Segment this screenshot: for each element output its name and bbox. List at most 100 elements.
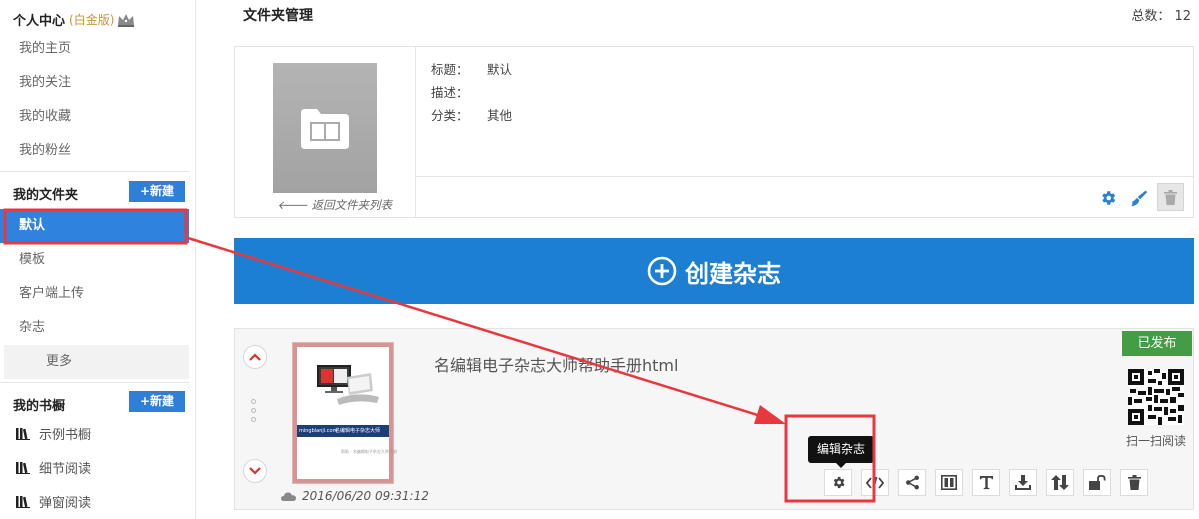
sidebar: 个人中心 (白金版) 我的主页 我的关注 我的收藏 我的粉丝 我的文件夹 +新建… [0, 0, 196, 519]
cover-band-left: mingbianji.com [299, 428, 338, 434]
create-magazine-button[interactable]: 创建杂志 [234, 238, 1194, 304]
sidebar-item-fans[interactable]: 我的粉丝 [0, 134, 189, 168]
scan-to-read-label: 扫一扫阅读 [1126, 434, 1187, 448]
magazine-date-value: 2016/06/20 09:31:12 [302, 489, 429, 503]
main-content: 文件夹管理 总数： 12 🡐 返回文件夹列表 标题： 默认 描述： 分类： 其他 [196, 0, 1199, 519]
drag-handle[interactable] [251, 399, 256, 426]
bookshelf-icon [16, 496, 30, 508]
move-down-button[interactable] [243, 459, 267, 483]
download-button[interactable] [1009, 469, 1037, 496]
published-badge: 已发布 [1122, 331, 1192, 356]
divider [416, 176, 1193, 177]
sidebar-item-label: 示例书橱 [39, 428, 92, 443]
crown-icon [118, 13, 135, 27]
sidebar-item-client-upload-folder[interactable]: 客户端上传 [0, 277, 189, 311]
cloud-icon [281, 492, 296, 501]
sort-arrows-icon [1051, 475, 1069, 490]
folder-title-row: 标题： 默认 [431, 59, 512, 78]
cover-subtitle: 帮助 · 名编辑电子杂志大师手册 [341, 449, 397, 454]
bookshelf-icon [16, 462, 30, 474]
divider [415, 47, 416, 217]
qr-code[interactable] [1128, 369, 1184, 425]
download-icon [1015, 475, 1031, 490]
sidebar-item-detail-reading[interactable]: 细节阅读 [0, 453, 189, 487]
back-to-folder-list-link[interactable]: 🡐 返回文件夹列表 [277, 197, 392, 213]
sidebar-item-label: 默认 [19, 218, 46, 233]
new-folder-button[interactable]: +新建 [129, 181, 185, 202]
chevron-down-icon [249, 467, 261, 475]
sidebar-item-label: 我的粉丝 [19, 143, 72, 158]
divider [0, 382, 189, 383]
move-up-button[interactable] [243, 345, 267, 369]
brush-icon [1130, 190, 1147, 206]
bookshelf-icon [16, 428, 30, 440]
my-bookshelf-label: 我的书橱 [13, 399, 66, 414]
sidebar-item-label: 细节阅读 [39, 462, 92, 477]
new-bookshelf-button[interactable]: +新建 [129, 391, 185, 412]
magazine-cover[interactable]: mingbianji.com名编辑电子杂志大师 帮助 · 名编辑电子杂志大师手册 [293, 343, 397, 483]
folder-settings-button[interactable] [1097, 187, 1119, 209]
sidebar-item-favorites[interactable]: 我的收藏 [0, 100, 189, 134]
share-icon [905, 475, 919, 490]
gear-icon [833, 476, 844, 489]
delete-magazine-button[interactable] [1120, 469, 1148, 496]
divider [0, 171, 189, 172]
folder-info-panel: 🡐 返回文件夹列表 标题： 默认 描述： 分类： 其他 [234, 46, 1194, 218]
folder-clean-button[interactable] [1127, 187, 1149, 209]
sidebar-item-label: 我的关注 [19, 75, 72, 90]
category-value: 其他 [487, 108, 513, 123]
sidebar-item-template-folder[interactable]: 模板 [0, 243, 189, 277]
qr-code-icon [1128, 369, 1184, 425]
sidebar-item-sample-bookshelf[interactable]: 示例书橱 [0, 419, 189, 453]
book-open-icon [941, 475, 957, 490]
sidebar-item-label: 杂志 [19, 320, 46, 335]
plus-circle-icon [647, 256, 677, 286]
trash-icon [1127, 475, 1141, 490]
edit-text-button[interactable] [972, 469, 1000, 496]
edit-magazine-tooltip: 编辑杂志 [808, 436, 875, 468]
chevron-up-icon [249, 353, 261, 361]
category-label: 分类： [431, 108, 469, 123]
sidebar-item-magazine-folder[interactable]: 杂志 [0, 311, 189, 345]
unlock-button[interactable] [1083, 469, 1111, 496]
more-label: 更多 [46, 354, 73, 369]
sidebar-item-label: 客户端上传 [19, 286, 85, 301]
magazine-title[interactable]: 名编辑电子杂志大师帮助手册html [434, 352, 678, 376]
share-button[interactable] [898, 469, 926, 496]
gear-icon [1102, 191, 1116, 205]
cover-band: mingbianji.com名编辑电子杂志大师 [297, 425, 389, 437]
delete-folder-button[interactable] [1157, 183, 1184, 211]
folder-cover [273, 63, 377, 193]
sidebar-item-popup-reading[interactable]: 弹窗阅读 [0, 487, 189, 519]
user-center-heading: 个人中心 (白金版) [13, 10, 135, 29]
unlock-icon [1088, 475, 1105, 490]
my-bookshelf-heading: 我的书橱 [13, 395, 65, 414]
my-folders-heading: 我的文件夹 [13, 184, 78, 203]
description-label: 描述： [431, 85, 469, 100]
sidebar-more-button[interactable]: 更多 [4, 345, 189, 379]
cover-illustration [297, 347, 389, 425]
my-folders-label: 我的文件夹 [13, 188, 79, 203]
sidebar-item-homepage[interactable]: 我的主页 [0, 32, 189, 66]
sidebar-item-label: 我的收藏 [19, 109, 72, 124]
sidebar-item-default-folder[interactable]: 默认 [0, 209, 189, 243]
sidebar-item-label: 我的主页 [19, 41, 72, 56]
magazine-card: mingbianji.com名编辑电子杂志大师 帮助 · 名编辑电子杂志大师手册… [234, 328, 1194, 510]
edit-magazine-button[interactable] [824, 469, 852, 496]
sidebar-item-following[interactable]: 我的关注 [0, 66, 189, 100]
folder-book-icon [301, 109, 349, 149]
total-count: 总数： 12 [1131, 9, 1191, 24]
sidebar-item-label: 弹窗阅读 [39, 496, 92, 511]
cover-band-right: 名编辑电子杂志大师 [335, 428, 381, 434]
title-label: 标题： [431, 62, 469, 77]
platinum-badge: (白金版) [69, 13, 115, 27]
folder-category-row: 分类： 其他 [431, 105, 512, 124]
title-value: 默认 [487, 62, 513, 77]
code-icon [866, 476, 884, 489]
read-book-button[interactable] [935, 469, 963, 496]
arrow-left-icon: 🡐 [277, 198, 308, 212]
text-icon [979, 475, 993, 490]
magazine-date: 2016/06/20 09:31:12 [281, 489, 429, 503]
embed-code-button[interactable] [861, 469, 889, 496]
sort-button[interactable] [1046, 469, 1074, 496]
